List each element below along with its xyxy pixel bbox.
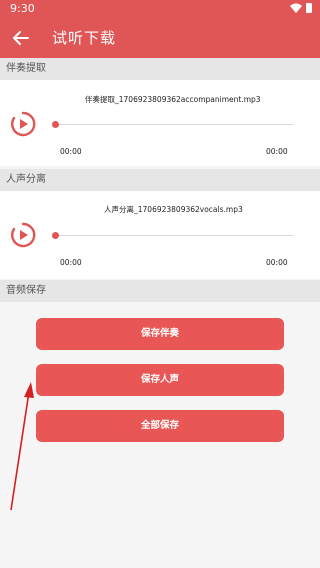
section-header-vocals: 人声分离: [0, 169, 320, 191]
accompaniment-seek-bar[interactable]: [52, 121, 293, 128]
section-header-save: 音频保存: [0, 280, 320, 302]
accompaniment-player: 伴奏提取_1706923809362accompaniment.mp3 00:0…: [0, 80, 320, 166]
vocals-file-name: 人声分离_1706923809362vocals.mp3: [104, 205, 243, 214]
save-vocals-button[interactable]: 保存人声: [36, 364, 284, 396]
system-icons: [290, 3, 312, 13]
status-time: 9:30: [10, 2, 35, 15]
save-accompaniment-button[interactable]: 保存伴奏: [36, 318, 284, 350]
vocals-current-time: 00:00: [60, 258, 82, 267]
save-all-button[interactable]: 全部保存: [36, 410, 284, 442]
accompaniment-file-name: 伴奏提取_1706923809362accompaniment.mp3: [85, 95, 261, 104]
accompaniment-current-time: 00:00: [60, 147, 82, 156]
vocals-total-time: 00:00: [266, 258, 288, 267]
vocals-seek-thumb[interactable]: [52, 232, 59, 239]
back-arrow-icon[interactable]: [10, 28, 32, 48]
wifi-icon: [290, 3, 302, 13]
status-bar: 9:30: [0, 0, 320, 18]
play-icon[interactable]: [10, 222, 36, 248]
accompaniment-total-time: 00:00: [266, 147, 288, 156]
play-icon[interactable]: [10, 111, 36, 137]
accompaniment-seek-thumb[interactable]: [52, 121, 59, 128]
section-header-accompaniment: 伴奏提取: [0, 58, 320, 80]
battery-icon: [306, 3, 312, 13]
page-title: 试听下载: [52, 29, 117, 47]
vocals-seek-bar[interactable]: [52, 232, 293, 239]
app-bar: 试听下载: [0, 18, 320, 58]
vocals-player: 人声分离_1706923809362vocals.mp3 00:00 00:00: [0, 191, 320, 279]
